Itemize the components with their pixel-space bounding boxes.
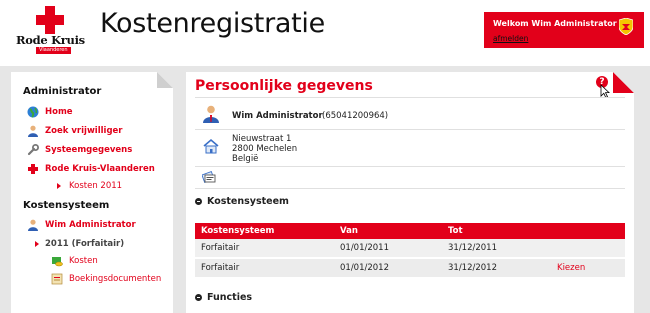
bullet-arrow-icon	[57, 183, 61, 189]
section-title: Functies	[207, 292, 253, 303]
sidebar-item-label: Kosten	[69, 256, 98, 266]
sidebar-item-label: Zoek vrijwilliger	[45, 126, 123, 136]
sidebar-item-kosten[interactable]: Kosten	[51, 254, 98, 268]
home-address-icon	[203, 138, 219, 154]
sidebar-item-label: Home	[45, 107, 73, 117]
cell-action: Kiezen	[551, 258, 625, 279]
sidebar-item-home[interactable]: Home	[27, 105, 73, 119]
column-header-kostensysteem: Kostensysteem	[195, 223, 334, 239]
coins-icon	[52, 257, 63, 267]
divider	[195, 129, 625, 130]
cell-kostensysteem: Forfaitair	[195, 258, 334, 279]
mouse-cursor-icon	[600, 84, 610, 98]
divider	[195, 166, 625, 167]
bullet-arrow-icon	[35, 241, 39, 247]
cell-van: 01/01/2011	[334, 239, 442, 259]
sidebar-item-rode-kruis-vlaanderen[interactable]: Rode Kruis-Vlaanderen	[27, 162, 155, 176]
section-title: Kostensysteem	[207, 196, 289, 207]
person-icon	[203, 105, 219, 123]
sidebar-item-wim-administrator[interactable]: Wim Administrator	[27, 218, 136, 232]
kiezen-link[interactable]: Kiezen	[557, 263, 585, 273]
rode-kruis-logo[interactable]: Rode Kruis Vlaanderen	[14, 6, 85, 54]
red-cross-icon	[36, 6, 64, 34]
divider	[195, 188, 625, 189]
column-header-tot: Tot	[442, 223, 551, 239]
address-country: België	[232, 154, 259, 164]
collapse-icon	[195, 198, 202, 205]
sidebar-item-2011-forfaitair: 2011 (Forfaitair)	[35, 237, 124, 251]
user-box: Welkom Wim Administrator afmelden	[484, 12, 644, 48]
welcome-text: Welkom Wim Administrator	[493, 19, 617, 28]
sidebar-item-label: Systeemgegevens	[45, 145, 133, 155]
address-street: Nieuwstraat 1	[232, 134, 292, 144]
sidebar-item-systeemgegevens[interactable]: Systeemgegevens	[27, 143, 132, 157]
sidebar-item-label: Kosten 2011	[69, 181, 123, 191]
cell-tot: 31/12/2012	[442, 258, 551, 279]
person-id: (65041200964)	[322, 111, 389, 121]
kostensysteem-table: Kostensysteem Van Tot Forfaitair 01/01/2…	[195, 223, 625, 279]
sidebar-item-boekingsdocumenten[interactable]: Boekingsdocumenten	[51, 272, 161, 286]
sidebar-item-label: 2011 (Forfaitair)	[45, 239, 125, 249]
sidebar-heading-administrator: Administrator	[23, 86, 102, 97]
wrench-icon	[27, 144, 39, 156]
kostensysteem-section-header[interactable]: Kostensysteem	[195, 196, 289, 207]
sidebar-item-label: Rode Kruis-Vlaanderen	[45, 164, 155, 174]
logo-name: Rode Kruis	[16, 33, 85, 47]
table-row: Forfaitair 01/01/2011 31/12/2011	[195, 239, 625, 259]
sidebar: Administrator Home Zoek vrijwilliger Sys…	[11, 72, 173, 313]
functies-section-header[interactable]: Functies	[195, 292, 252, 303]
cell-van: 01/01/2012	[334, 258, 442, 279]
globe-icon	[27, 106, 39, 118]
logo-subtitle: Vlaanderen	[36, 47, 71, 54]
page-fold-corner	[613, 72, 634, 93]
collapse-icon	[195, 294, 202, 301]
person-name: Wim Administrator	[232, 111, 323, 121]
red-cross-icon	[28, 164, 38, 174]
app-title: Kostenregistratie	[100, 8, 325, 39]
logout-link[interactable]: afmelden	[493, 34, 528, 43]
divider	[195, 97, 625, 98]
table-header-row: Kostensysteem Van Tot	[195, 223, 625, 239]
column-header-van: Van	[334, 223, 442, 239]
cell-tot: 31/12/2011	[442, 239, 551, 259]
main-content: Persoonlijke gegevens ? Wim Administrato…	[186, 72, 634, 313]
person-icon	[28, 125, 38, 137]
bank-card-icon	[202, 170, 216, 184]
sidebar-item-kosten-2011[interactable]: Kosten 2011	[57, 179, 122, 193]
page-fold-corner	[157, 72, 173, 88]
sidebar-item-label: Wim Administrator	[45, 220, 136, 230]
sidebar-item-zoek-vrijwilliger[interactable]: Zoek vrijwilliger	[27, 124, 123, 138]
header: Rode Kruis Vlaanderen Kostenregistratie …	[0, 0, 650, 66]
sidebar-item-label: Boekingsdocumenten	[69, 274, 162, 284]
page-title: Persoonlijke gegevens	[195, 78, 373, 94]
table-row: Forfaitair 01/01/2012 31/12/2012 Kiezen	[195, 258, 625, 279]
address-city: 2800 Mechelen	[232, 144, 298, 154]
document-icon	[51, 273, 63, 285]
shield-icon	[619, 18, 633, 35]
column-header-action	[551, 223, 625, 239]
person-icon	[28, 219, 38, 231]
cell-kostensysteem: Forfaitair	[195, 239, 334, 259]
sidebar-heading-kostensysteem: Kostensysteem	[23, 200, 110, 211]
cell-action	[551, 239, 625, 259]
